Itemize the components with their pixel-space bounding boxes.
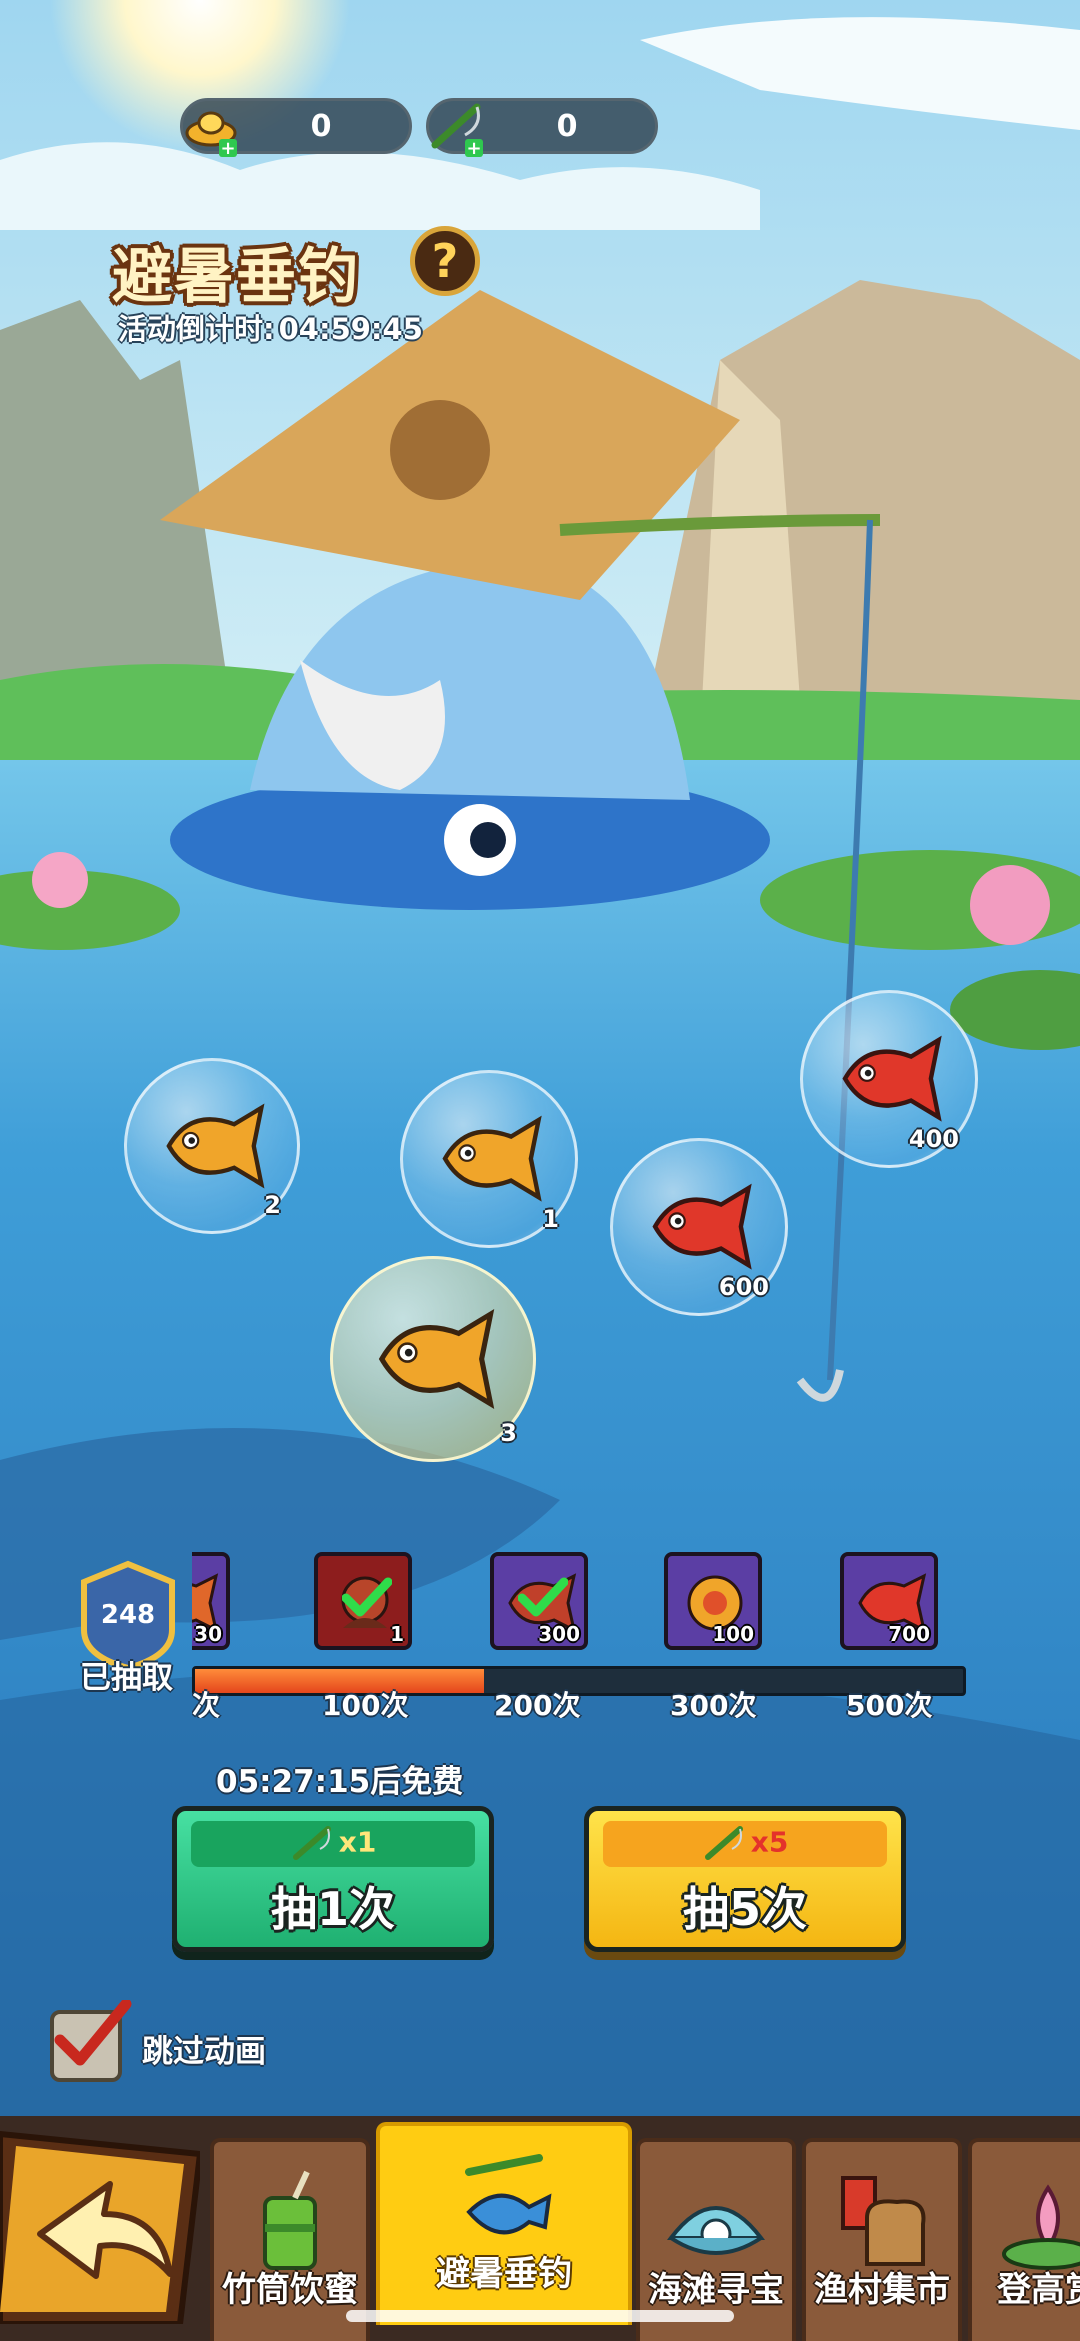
reward-amount: 700 [888,1622,930,1646]
check-icon [518,1577,568,1617]
svg-text:+: + [466,138,481,159]
tab-fishing-village-market[interactable]: 渔村集市 [802,2138,962,2341]
tab-label: 竹筒饮蜜 [222,2270,358,2310]
milestone-label: 500次 [846,1689,933,1718]
reward-amount: 300 [538,1622,580,1646]
draw-five-cost-amount: x5 [750,1825,789,1859]
draw-once-button[interactable]: x1 抽1次 [172,1806,494,1952]
fishing-rod-icon [292,1826,331,1860]
tab-bamboo-honey[interactable]: 竹筒饮蜜 [210,2138,370,2341]
tab-summer-fishing[interactable]: 避暑垂钓 [376,2122,632,2325]
bubble-count: 400 [908,1125,959,1153]
fish-bubble[interactable]: 600 [610,1138,788,1316]
golden-carp-icon [442,1116,542,1202]
fishing-rod-amount: 0 [556,109,578,144]
tab-label: 海滩寻宝 [648,2270,784,2310]
event-countdown: 活动倒计时: 04:59:45 [114,306,423,348]
milestone-reward[interactable]: 700 [840,1552,938,1650]
home-indicator [346,2310,734,2322]
checkmark-icon [54,2000,132,2066]
draw-once-cost-amount: x1 [338,1825,377,1859]
draw-five-label: 抽5次 [682,1882,807,1936]
fish-bubble-highlighted[interactable]: 3 [330,1256,536,1462]
draw-five-button[interactable]: x5 抽5次 [584,1806,906,1952]
fishing-rod-currency[interactable]: + 0 [426,98,658,159]
milestone-label: 200次 [494,1689,581,1718]
golden-carp-icon [378,1309,495,1409]
countdown-label: 活动倒计时: [118,312,275,346]
draw-counter-label: 已抽取 [80,1660,173,1696]
draw-five-cost: x5 [603,1821,887,1867]
draw-once-label: 抽1次 [270,1882,395,1936]
milestone-reward[interactable]: 30 [192,1552,230,1650]
reward-amount: 1 [390,1622,404,1646]
gold-ingot-currency[interactable]: + 0 [180,98,412,159]
fish-bubble[interactable]: 1 [400,1070,578,1248]
fishing-rod-icon: + [431,103,483,159]
question-mark-icon: ? [431,234,459,288]
event-title: 避暑垂钓 [112,242,360,312]
fish-bubble[interactable]: 400 [800,990,978,1168]
reward-amount: 100 [712,1622,754,1646]
svg-text:+: + [220,138,235,159]
free-draw-timer: 05:27:15后免费 [216,1764,464,1800]
red-carp-icon [652,1184,752,1270]
skip-animation-label: 跳过动画 [142,2034,266,2070]
back-button[interactable] [0,2124,200,2324]
check-icon [342,1577,392,1617]
skip-animation-checkbox[interactable] [50,2000,132,2082]
milestone-label: 次 [192,1689,221,1718]
tab-label: 避暑垂钓 [436,2254,572,2294]
fishing-rod-icon [704,1826,743,1860]
bubble-count: 600 [718,1273,769,1301]
milestone-track: 30 1 300 100 700 次 100次 200次 300次 500次 [192,1548,966,1718]
bubble-count: 3 [500,1419,517,1447]
milestone-reward[interactable]: 1 [314,1552,412,1650]
milestone-label: 100次 [322,1689,409,1718]
tab-label: 渔村集市 [814,2270,950,2310]
countdown-value: 04:59:45 [278,312,423,346]
milestone-reward[interactable]: 300 [490,1552,588,1650]
draw-once-cost: x1 [191,1821,475,1867]
reward-amount: 30 [194,1622,222,1646]
gold-ingot-amount: 0 [310,109,332,144]
tab-label: 登高赏 [997,2270,1080,2310]
draw-count: 248 [100,1600,156,1630]
bubble-count: 2 [264,1191,281,1219]
help-button[interactable]: ? [410,226,480,296]
fish-bubble[interactable]: 2 [124,1058,300,1234]
tab-climb-high[interactable]: 登高赏 [968,2138,1080,2341]
bubble-count: 1 [542,1205,559,1233]
milestone-reward[interactable]: 100 [664,1552,762,1650]
red-carp-icon [842,1036,942,1122]
gold-ingot-icon: + [185,111,237,159]
golden-carp-icon [165,1103,265,1189]
milestone-label: 300次 [670,1689,757,1718]
